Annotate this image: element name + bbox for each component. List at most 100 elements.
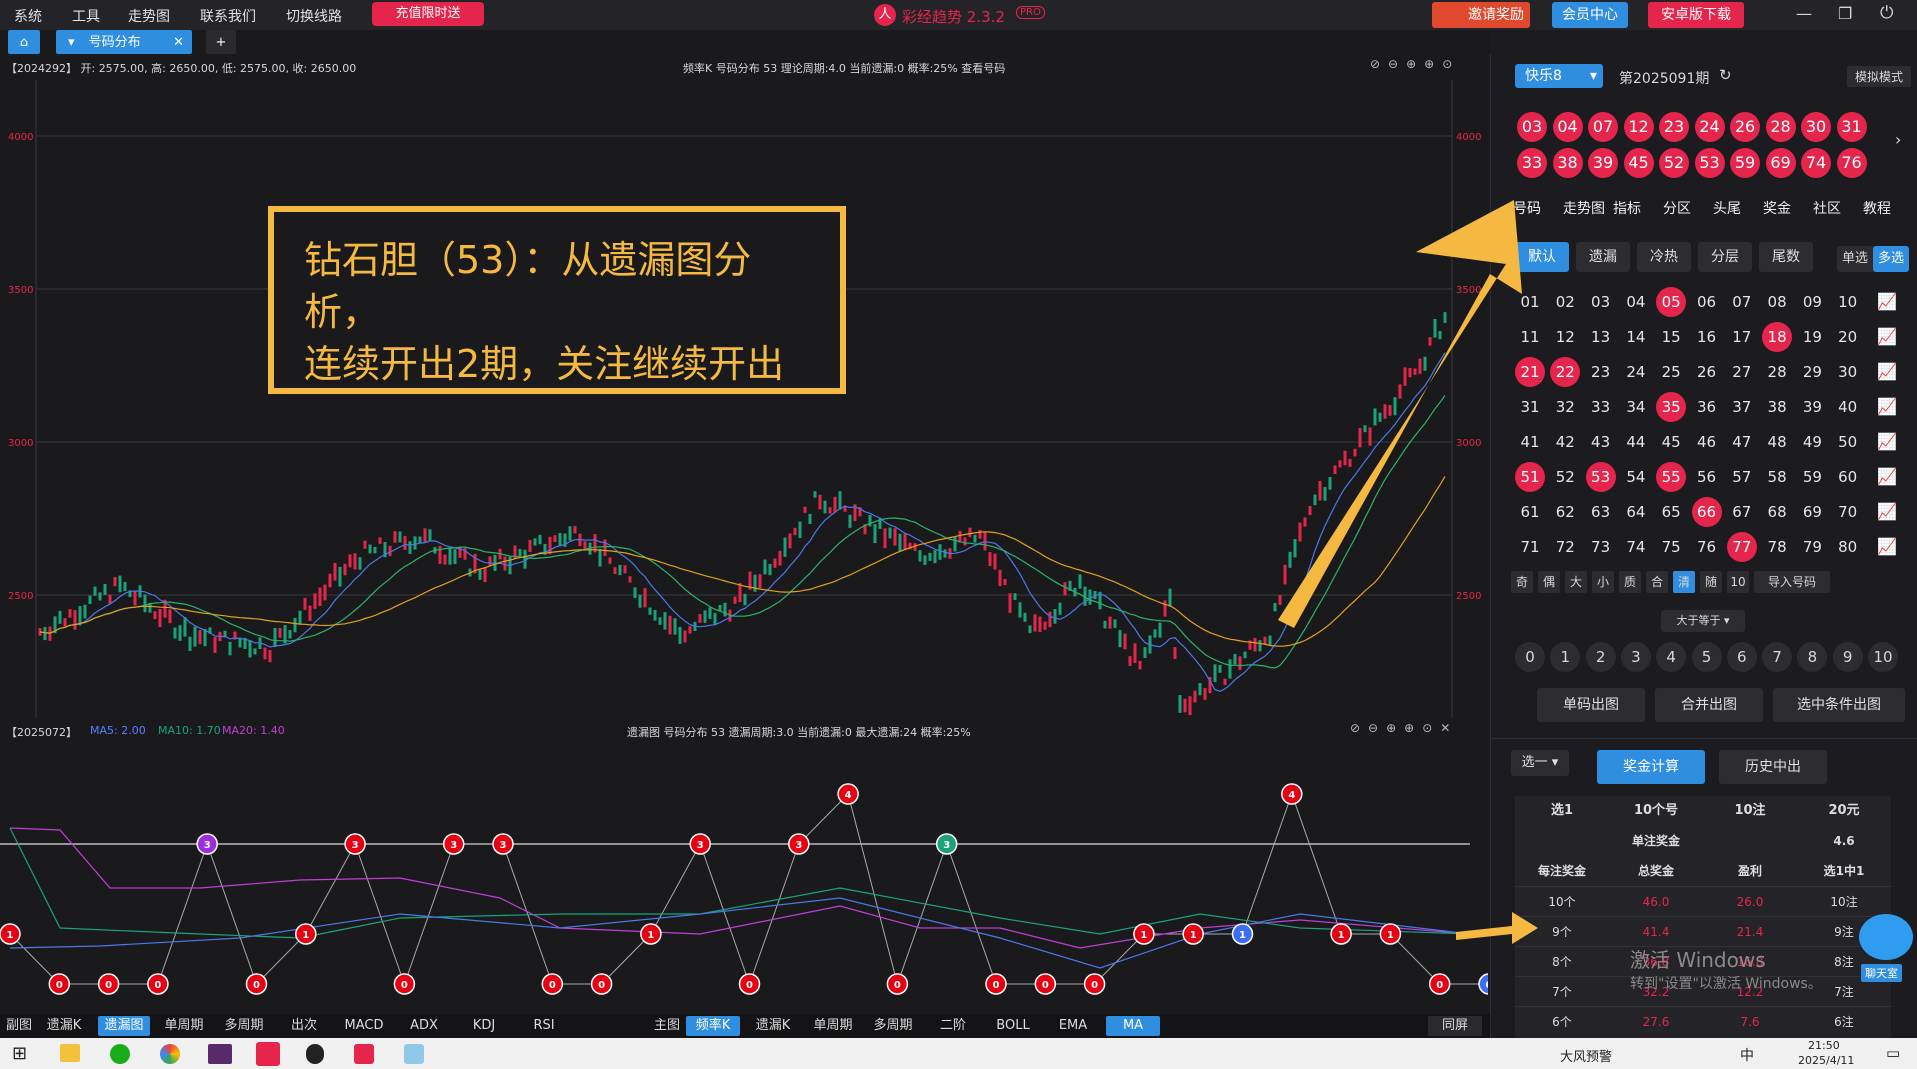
main-tab-2[interactable]: 单周期 [806, 1016, 860, 1036]
main-tab-0[interactable]: 频率K [686, 1016, 740, 1036]
subnav-tab-3[interactable]: 分层 [1698, 242, 1752, 272]
trend-chart-icon[interactable]: 📈 [1877, 502, 1897, 521]
menu-switch-line[interactable]: 切换线路 [286, 6, 342, 26]
filter-1[interactable]: 偶 [1538, 571, 1560, 593]
menu-system[interactable]: 系统 [14, 6, 42, 26]
number-41[interactable]: 41 [1515, 427, 1545, 457]
filter-0[interactable]: 奇 [1511, 571, 1533, 593]
missing-chart[interactable]: 【2025072】 MA5: 2.00 MA10: 1.70 MA20: 1.4… [0, 718, 1488, 1014]
trend-chart-icon[interactable]: 📈 [1877, 397, 1897, 416]
count-6[interactable]: 6 [1726, 642, 1757, 672]
chat-icon[interactable] [1859, 914, 1913, 960]
weather-alert[interactable]: 大风预警 [1560, 1046, 1612, 1065]
sub-tool-icons[interactable]: ⊘⊖⊕⊕⊙✕ [1350, 721, 1458, 735]
number-47[interactable]: 47 [1727, 427, 1757, 457]
number-50[interactable]: 50 [1833, 427, 1863, 457]
bottom-tab-3[interactable]: 多周期 [218, 1016, 270, 1036]
app-icon[interactable] [208, 1044, 232, 1064]
number-37[interactable]: 37 [1727, 392, 1757, 422]
number-11[interactable]: 11 [1515, 322, 1545, 352]
filter-9[interactable]: 导入号码 [1754, 571, 1830, 593]
number-35[interactable]: 35 [1656, 392, 1687, 422]
number-49[interactable]: 49 [1797, 427, 1827, 457]
number-67[interactable]: 67 [1727, 497, 1757, 527]
number-52[interactable]: 52 [1550, 462, 1580, 492]
number-14[interactable]: 14 [1621, 322, 1651, 352]
number-24[interactable]: 24 [1621, 357, 1651, 387]
number-70[interactable]: 70 [1833, 497, 1863, 527]
mock-mode-button[interactable]: 模拟模式 [1847, 66, 1912, 87]
number-75[interactable]: 75 [1656, 532, 1686, 562]
trend-chart-icon[interactable]: 📈 [1877, 292, 1897, 311]
choose-select[interactable]: 选一 ▾ [1511, 750, 1569, 776]
close-icon[interactable]: ✕ [173, 30, 184, 56]
number-69[interactable]: 69 [1797, 497, 1827, 527]
number-62[interactable]: 62 [1550, 497, 1580, 527]
power-icon[interactable]: ⏻ [1880, 3, 1893, 23]
number-16[interactable]: 16 [1692, 322, 1722, 352]
home-icon[interactable]: ⌂ [8, 30, 40, 54]
action-button-1[interactable]: 合并出图 [1655, 688, 1763, 722]
number-26[interactable]: 26 [1692, 357, 1722, 387]
number-57[interactable]: 57 [1727, 462, 1757, 492]
sync-screen-button[interactable]: 同屏 [1428, 1016, 1482, 1036]
number-19[interactable]: 19 [1797, 322, 1827, 352]
filter-7[interactable]: 随 [1700, 571, 1722, 593]
number-23[interactable]: 23 [1586, 357, 1616, 387]
number-44[interactable]: 44 [1621, 427, 1651, 457]
count-0[interactable]: 0 [1515, 642, 1545, 672]
action-button-2[interactable]: 选中条件出图 [1773, 688, 1905, 722]
subnav-tab-0[interactable]: 默认 [1515, 242, 1569, 272]
refresh-icon[interactable]: ↻ [1719, 66, 1732, 84]
count-3[interactable]: 3 [1620, 642, 1651, 672]
number-59[interactable]: 59 [1797, 462, 1827, 492]
nav-tab-2[interactable]: 指标 [1613, 198, 1641, 218]
filter-5[interactable]: 合 [1646, 571, 1668, 593]
nav-tab-7[interactable]: 教程 [1863, 198, 1891, 218]
number-65[interactable]: 65 [1656, 497, 1686, 527]
number-73[interactable]: 73 [1586, 532, 1616, 562]
number-13[interactable]: 13 [1586, 322, 1616, 352]
number-31[interactable]: 31 [1515, 392, 1545, 422]
bottom-tab-8[interactable]: RSI [518, 1016, 570, 1036]
count-1[interactable]: 1 [1550, 642, 1581, 672]
nav-tab-5[interactable]: 奖金 [1763, 198, 1791, 218]
number-80[interactable]: 80 [1833, 532, 1863, 562]
number-10[interactable]: 10 [1833, 287, 1863, 317]
count-5[interactable]: 5 [1691, 642, 1722, 672]
explorer-icon[interactable] [60, 1044, 80, 1062]
number-02[interactable]: 02 [1550, 287, 1580, 317]
number-58[interactable]: 58 [1762, 462, 1792, 492]
number-04[interactable]: 04 [1621, 287, 1651, 317]
menu-tools[interactable]: 工具 [72, 6, 100, 26]
number-64[interactable]: 64 [1621, 497, 1651, 527]
nav-tab-6[interactable]: 社区 [1813, 198, 1841, 218]
main-tab-5[interactable]: BOLL [986, 1016, 1040, 1036]
bottom-tab-6[interactable]: ADX [398, 1016, 450, 1036]
number-74[interactable]: 74 [1621, 532, 1651, 562]
subnav-tab-2[interactable]: 冷热 [1637, 242, 1691, 272]
number-56[interactable]: 56 [1692, 462, 1722, 492]
chrome-icon[interactable] [160, 1044, 180, 1064]
number-06[interactable]: 06 [1692, 287, 1722, 317]
number-77[interactable]: 77 [1726, 532, 1757, 562]
android-button[interactable]: 安卓版下载 [1648, 2, 1744, 28]
number-28[interactable]: 28 [1762, 357, 1792, 387]
add-tab-icon[interactable]: + [206, 30, 236, 54]
main-tab-7[interactable]: MA [1106, 1016, 1160, 1036]
count-7[interactable]: 7 [1762, 642, 1793, 672]
bottom-tab-0[interactable]: 遗漏K [38, 1016, 90, 1036]
bottom-tab-1[interactable]: 遗漏图 [98, 1016, 150, 1036]
lottery-select[interactable]: 快乐8 ▾ [1515, 64, 1603, 88]
bottom-tab-4[interactable]: 出次 [278, 1016, 330, 1036]
number-63[interactable]: 63 [1586, 497, 1616, 527]
prize-calc-button[interactable]: 奖金计算 [1597, 750, 1705, 784]
number-68[interactable]: 68 [1762, 497, 1792, 527]
trend-chart-icon[interactable]: 📈 [1877, 432, 1897, 451]
number-33[interactable]: 33 [1586, 392, 1616, 422]
number-27[interactable]: 27 [1727, 357, 1757, 387]
invite-button[interactable]: 邀请奖励 [1432, 2, 1530, 28]
number-45[interactable]: 45 [1656, 427, 1686, 457]
menu-trend[interactable]: 走势图 [128, 6, 170, 26]
number-55[interactable]: 55 [1656, 462, 1687, 492]
